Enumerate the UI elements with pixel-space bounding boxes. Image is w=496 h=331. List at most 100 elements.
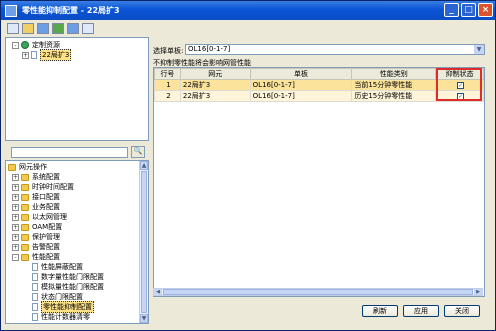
nav-group-6[interactable]: + 保护管理 xyxy=(12,232,60,242)
column-header[interactable]: 行号 xyxy=(154,68,181,80)
folder-icon xyxy=(8,163,16,171)
resource-tree-panel: - 定制资源 + 22局扩3 xyxy=(5,37,149,141)
nav-perf-label: 模拟量性能门限配置 xyxy=(41,283,104,291)
column-header[interactable]: 单板 xyxy=(249,68,353,80)
nav-group-0[interactable]: + 系统配置 xyxy=(12,172,60,182)
table-cell-category: 历史15分钟零性能 xyxy=(351,90,437,102)
nav-root-label: 网元操作 xyxy=(19,163,47,171)
expand-icon[interactable]: + xyxy=(12,324,19,325)
folder-icon xyxy=(21,233,29,241)
nav-perf-label: 数字量性能门限配置 xyxy=(41,273,104,281)
search-button[interactable]: 🔍 xyxy=(131,146,145,158)
table-cell-ne: 22局扩3 xyxy=(179,79,251,91)
nav-scrollbar[interactable]: ▲ ▼ xyxy=(139,161,148,323)
globe-icon xyxy=(21,41,29,49)
expand-icon[interactable]: + xyxy=(12,203,19,211)
nav-group-last[interactable]: + 开销管理 xyxy=(12,322,60,325)
board-select[interactable]: OL16[0-1-7] ▼ xyxy=(185,44,485,55)
scroll-left-button[interactable]: ◀ xyxy=(154,289,162,295)
nav-group-5[interactable]: + OAM配置 xyxy=(12,222,62,232)
folder-icon xyxy=(21,213,29,221)
nav-group-2[interactable]: + 接口配置 xyxy=(12,192,60,202)
nav-perf-label: 性能计数器清零 xyxy=(41,313,90,321)
nav-group-8[interactable]: - 性能配置 xyxy=(12,252,60,262)
table-cell-no: 1 xyxy=(154,79,181,91)
collapse-icon[interactable]: - xyxy=(12,41,19,49)
nav-tree-panel: 网元操作 + 系统配置 + 时钟时间配置 + 接口配置 + 业务配置 + 以太网管理 + OAM配置 +… xyxy=(5,160,149,324)
expand-icon[interactable]: + xyxy=(12,173,19,181)
scroll-down-button[interactable]: ▼ xyxy=(140,314,148,323)
nav-group-label: 接口配置 xyxy=(32,193,60,201)
column-header[interactable]: 性能类别 xyxy=(351,68,437,80)
folder-icon xyxy=(21,183,29,191)
nav-perf-item-0[interactable]: 性能屏蔽配置 xyxy=(32,262,83,272)
table-row[interactable]: 1 22局扩3 OL16[0-1-7] 当前15分钟零性能 ✓ xyxy=(154,79,484,91)
board-select-value: OL16[0-1-7] xyxy=(188,45,231,53)
tree-child-label: 22局扩3 xyxy=(40,49,72,61)
folder-icon xyxy=(21,223,29,231)
nav-group-label: 性能配置 xyxy=(32,253,60,261)
table-row[interactable]: 2 22局扩3 OL16[0-1-7] 历史15分钟零性能 ✓ xyxy=(154,90,484,102)
refresh-button[interactable]: 刷新 xyxy=(362,305,398,317)
column-header[interactable]: 网元 xyxy=(179,68,251,80)
nav-perf-item-2[interactable]: 模拟量性能门限配置 xyxy=(32,282,104,292)
folder-icon xyxy=(21,203,29,211)
doc-icon xyxy=(32,273,38,281)
nav-group-label: 开销管理 xyxy=(32,322,60,323)
tree-child-node[interactable]: + 22局扩3 xyxy=(22,49,72,61)
toolbar xyxy=(1,20,495,36)
search-input[interactable] xyxy=(11,147,128,158)
nav-perf-item-5[interactable]: 性能计数器清零 xyxy=(32,312,90,322)
apply-button[interactable]: 应用 xyxy=(403,305,439,317)
table-cell-board: OL16[0-1-7] xyxy=(249,79,353,91)
nav-group-label: 业务配置 xyxy=(32,203,60,211)
nav-group-label: 以太网管理 xyxy=(32,213,67,221)
expand-icon[interactable]: + xyxy=(12,183,19,191)
grid-icon[interactable] xyxy=(52,22,64,34)
arrow-icon[interactable] xyxy=(67,22,79,34)
maximize-button[interactable]: □ xyxy=(461,3,476,17)
nav-group-label: 系统配置 xyxy=(32,173,60,181)
link-icon[interactable] xyxy=(37,22,49,34)
doc-icon xyxy=(32,293,38,301)
refresh-icon[interactable] xyxy=(82,22,94,34)
close-window-button[interactable]: × xyxy=(478,3,493,17)
expand-icon[interactable]: + xyxy=(12,233,19,241)
nav-group-label: 时钟时间配置 xyxy=(32,183,74,191)
nav-group-3[interactable]: + 业务配置 xyxy=(12,202,60,212)
nav-root[interactable]: 网元操作 xyxy=(8,162,47,172)
main-window: 零性能抑制配置 - 22局扩3 _ □ × - 定制资源 + 22局扩3 🔍 网… xyxy=(0,0,496,331)
minimize-button[interactable]: _ xyxy=(444,3,459,17)
open-folder-icon[interactable] xyxy=(22,22,34,34)
expand-icon[interactable]: + xyxy=(22,51,29,59)
expand-icon[interactable]: + xyxy=(12,213,19,221)
scroll-up-button[interactable]: ▲ xyxy=(140,161,148,170)
scroll-thumb[interactable] xyxy=(141,171,147,313)
scroll-right-button[interactable]: ▶ xyxy=(474,289,482,295)
expand-icon[interactable]: + xyxy=(12,223,19,231)
chevron-down-icon[interactable]: ▼ xyxy=(474,45,484,54)
board-select-label: 选择单板: xyxy=(153,47,184,55)
nav-perf-item-4[interactable]: 零性能抑制配置 xyxy=(32,301,94,313)
doc-icon xyxy=(32,263,38,271)
table-cell-ne: 22局扩3 xyxy=(179,90,251,102)
expand-icon[interactable]: + xyxy=(12,243,19,251)
nav-group-4[interactable]: + 以太网管理 xyxy=(12,212,67,222)
nav-perf-label: 性能屏蔽配置 xyxy=(41,263,83,271)
perf-table-panel: 行号 网元 单板 性能类别 抑制状态 1 22局扩3 OL16[0-1-7] 当前15分钟零性… xyxy=(153,67,485,297)
collapse-icon[interactable]: - xyxy=(12,253,19,261)
expand-icon[interactable]: + xyxy=(12,193,19,201)
folder-icon xyxy=(21,243,29,251)
doc-icon xyxy=(32,303,38,311)
nav-group-7[interactable]: + 告警配置 xyxy=(12,242,60,252)
title-bar[interactable]: 零性能抑制配置 - 22局扩3 _ □ × xyxy=(1,1,495,20)
new-icon[interactable] xyxy=(7,22,19,34)
nav-group-1[interactable]: + 时钟时间配置 xyxy=(12,182,74,192)
nav-perf-item-1[interactable]: 数字量性能门限配置 xyxy=(32,272,104,282)
table-header-row: 行号 网元 单板 性能类别 抑制状态 xyxy=(154,68,484,80)
close-button[interactable]: 关闭 xyxy=(444,305,480,317)
horizontal-scrollbar[interactable]: ◀ ▶ xyxy=(153,288,483,296)
doc-icon xyxy=(32,313,38,321)
hscroll-thumb[interactable] xyxy=(163,289,473,295)
table-cell-board: OL16[0-1-7] xyxy=(249,90,353,102)
